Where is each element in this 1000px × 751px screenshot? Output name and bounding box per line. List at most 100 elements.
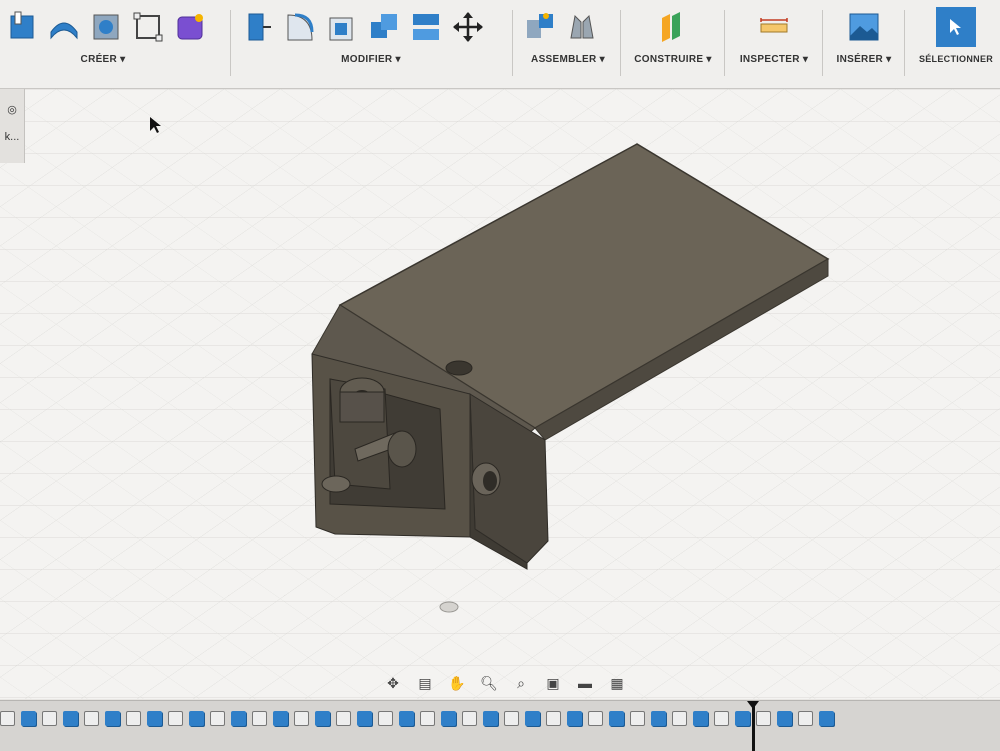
timeline-extrude-icon[interactable] — [483, 711, 498, 726]
press-pull-button[interactable] — [240, 9, 276, 45]
timeline-sketch-icon[interactable] — [84, 711, 99, 726]
combine-icon — [371, 14, 397, 38]
timeline-extrude-icon[interactable] — [567, 711, 582, 726]
sketch-button[interactable] — [130, 9, 166, 45]
browser-item-text[interactable]: k... — [0, 123, 24, 151]
browser-item-label: k... — [4, 131, 20, 143]
new-component-assemble-button[interactable] — [522, 9, 558, 45]
shell-button[interactable] — [324, 9, 360, 45]
combine-button[interactable] — [366, 9, 402, 45]
browser-panel-strip: ● ◎ k... — [0, 89, 25, 163]
timeline-extrude-icon[interactable] — [735, 711, 750, 726]
timeline-sketch-icon[interactable] — [714, 711, 729, 726]
visual-style-icon: ▬ — [578, 675, 592, 691]
extrude-button[interactable] — [46, 9, 82, 45]
insert-group: INSÉRER ▾ — [830, 6, 898, 84]
timeline-extrude-icon[interactable] — [525, 711, 540, 726]
revolve-button[interactable] — [88, 9, 124, 45]
select-button[interactable] — [936, 7, 976, 47]
side-hole — [483, 471, 497, 491]
timeline-extrude-icon[interactable] — [315, 711, 330, 726]
separator — [230, 10, 231, 76]
measure-button[interactable] — [756, 9, 792, 45]
component-icon — [527, 13, 553, 38]
insert-menu-label[interactable]: INSÉRER ▾ — [830, 54, 898, 65]
timeline-extrude-icon[interactable] — [609, 711, 624, 726]
look-at-button[interactable]: ▤ — [412, 671, 438, 695]
boss-side — [339, 391, 385, 423]
timeline-extrude-icon[interactable] — [399, 711, 414, 726]
timeline-sketch-icon[interactable] — [672, 711, 687, 726]
timeline-marker[interactable] — [747, 701, 759, 751]
canvas-viewport[interactable]: ● ◎ k... — [0, 89, 1000, 699]
inspect-menu-label[interactable]: INSPECTER ▾ — [732, 54, 816, 65]
modify-group: MODIFIER ▾ — [240, 6, 502, 84]
modify-menu-label[interactable]: MODIFIER ▾ — [240, 54, 502, 65]
timeline-sketch-icon[interactable] — [798, 711, 813, 726]
measure-icon — [760, 18, 788, 33]
create-group: CRÉER ▾ — [4, 6, 222, 84]
select-group: SÉLECTIONNER — [912, 6, 1000, 84]
timeline-sketch-icon[interactable] — [504, 711, 519, 726]
plane-icon — [662, 12, 680, 42]
browser-item-target[interactable]: ◎ — [0, 95, 24, 123]
timeline-extrude-icon[interactable] — [651, 711, 666, 726]
zoom-button[interactable]: 🔍︎ — [476, 671, 502, 695]
cursor-icon — [950, 19, 961, 35]
display-settings-button[interactable]: ▣ — [540, 671, 566, 695]
timeline-sketch-icon[interactable] — [420, 711, 435, 726]
visual-style-button[interactable]: ▬ — [572, 671, 598, 695]
separator — [822, 10, 823, 76]
select-menu-label[interactable]: SÉLECTIONNER — [912, 54, 1000, 64]
timeline-sketch-icon[interactable] — [126, 711, 141, 726]
new-component-button[interactable] — [4, 9, 40, 45]
timeline-sketch-icon[interactable] — [756, 711, 771, 726]
timeline-extrude-icon[interactable] — [819, 711, 834, 726]
fillet-icon — [287, 13, 314, 41]
timeline-sketch-icon[interactable] — [42, 711, 57, 726]
move-button[interactable] — [450, 9, 486, 45]
timeline-sketch-icon[interactable] — [546, 711, 561, 726]
canvas-drawing — [0, 89, 1000, 699]
timeline-sketch-icon[interactable] — [294, 711, 309, 726]
timeline-extrude-icon[interactable] — [357, 711, 372, 726]
timeline-extrude-icon[interactable] — [147, 711, 162, 726]
fillet-button[interactable] — [282, 9, 318, 45]
toolbar: CRÉER ▾ MODIFIER ▾ ASSEMBLER ▾ CONSTRUIR… — [0, 0, 1000, 89]
timeline-extrude-icon[interactable] — [777, 711, 792, 726]
create-menu-label[interactable]: CRÉER ▾ — [4, 54, 222, 65]
timeline-sketch-icon[interactable] — [210, 711, 225, 726]
insert-image-button[interactable] — [846, 9, 882, 45]
timeline-extrude-icon[interactable] — [21, 711, 36, 726]
split-body-button[interactable] — [408, 9, 444, 45]
image-icon — [849, 13, 879, 41]
viewports-button[interactable]: ▦ — [604, 671, 630, 695]
construct-group: CONSTRUIRE ▾ — [628, 6, 718, 84]
timeline-extrude-icon[interactable] — [105, 711, 120, 726]
timeline-sketch-icon[interactable] — [588, 711, 603, 726]
timeline-extrude-icon[interactable] — [63, 711, 78, 726]
assemble-menu-label[interactable]: ASSEMBLER ▾ — [522, 54, 614, 65]
split-body-icon — [413, 14, 439, 40]
origin-marker — [439, 601, 459, 613]
timeline-extrude-icon[interactable] — [693, 711, 708, 726]
orbit-button[interactable]: ✥ — [380, 671, 406, 695]
timeline-sketch-icon[interactable] — [336, 711, 351, 726]
joint-button[interactable] — [564, 9, 600, 45]
timeline-extrude-icon[interactable] — [441, 711, 456, 726]
offset-plane-button[interactable] — [655, 9, 691, 45]
timeline-extrude-icon[interactable] — [189, 711, 204, 726]
construct-menu-label[interactable]: CONSTRUIRE ▾ — [628, 54, 718, 65]
zoom-icon: 🔍︎ — [480, 674, 498, 691]
timeline-sketch-icon[interactable] — [168, 711, 183, 726]
timeline-sketch-icon[interactable] — [630, 711, 645, 726]
fit-button[interactable]: ⌕ — [508, 671, 534, 695]
timeline-sketch-icon[interactable] — [252, 711, 267, 726]
timeline-sketch-icon[interactable] — [0, 711, 15, 726]
timeline-sketch-icon[interactable] — [378, 711, 393, 726]
pan-button[interactable]: ✋ — [444, 671, 470, 695]
create-form-button[interactable] — [172, 9, 208, 45]
timeline-extrude-icon[interactable] — [231, 711, 246, 726]
timeline-sketch-icon[interactable] — [462, 711, 477, 726]
timeline-extrude-icon[interactable] — [273, 711, 288, 726]
